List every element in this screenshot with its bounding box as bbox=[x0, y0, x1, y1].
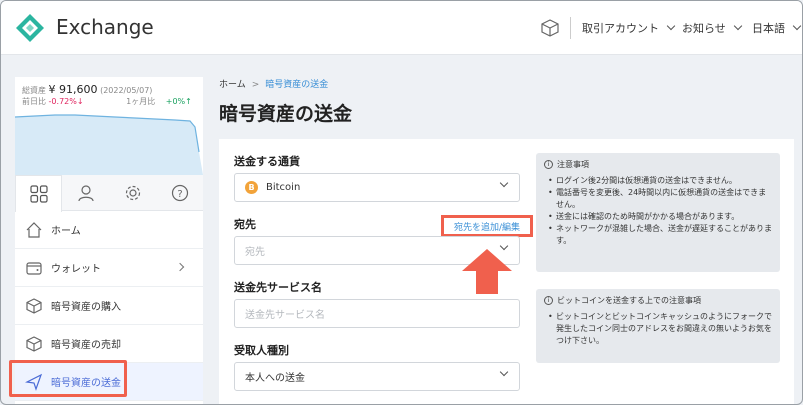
tab-help[interactable]: ? bbox=[156, 175, 203, 211]
list-item: ログイン後2分間は仮想通貨の送金はできません。 bbox=[548, 175, 772, 187]
help-icon: ? bbox=[171, 184, 188, 202]
sidebar-item-buy[interactable]: 暗号資産の購入 bbox=[15, 287, 203, 325]
cube-icon[interactable] bbox=[541, 19, 559, 37]
notice-title-text: ビットコインを送金する上での注意事項 bbox=[557, 296, 701, 305]
annotation-up-arrow-icon bbox=[462, 249, 512, 294]
info-icon: i bbox=[544, 296, 553, 305]
month-label: 1ヶ月比 bbox=[126, 97, 156, 106]
gear-icon bbox=[125, 185, 140, 201]
recipient-type-label: 受取人種別 bbox=[234, 344, 289, 357]
destination-placeholder: 宛先 bbox=[245, 247, 265, 258]
prev-day-value: -0.72% bbox=[48, 97, 77, 106]
list-item: ビットコインとビットコインキャッシュのようにフォークで発生したコイン同士のアドレ… bbox=[548, 311, 772, 347]
add-edit-destination-link[interactable]: 宛先を追加/編集 bbox=[441, 215, 533, 237]
menu-label: 取引アカウント bbox=[582, 22, 659, 35]
menu-notifications[interactable]: お知らせ bbox=[682, 20, 743, 36]
page-title: 暗号資産の送金 bbox=[219, 103, 353, 125]
breadcrumb-home[interactable]: ホーム bbox=[219, 80, 246, 90]
recipient-type-value: 本人への送金 bbox=[245, 373, 305, 384]
send-form-panel: 送金する通貨 B Bitcoin 宛先 宛先を追加/編集 宛先 送金先サービス名… bbox=[219, 139, 794, 404]
exchange-logo-icon[interactable] bbox=[15, 13, 45, 43]
prev-day-label: 前日比 bbox=[22, 97, 46, 106]
currency-select[interactable]: B Bitcoin bbox=[234, 173, 520, 202]
cube-icon bbox=[25, 297, 43, 315]
list-item: ネットワークが混雑した場合、送金が遅延することがあります。 bbox=[548, 223, 772, 247]
sidebar-item-label: ホーム bbox=[51, 226, 81, 237]
notice-list: ログイン後2分間は仮想通貨の送金はできません。 電話番号を変更後、24時間以内に… bbox=[544, 175, 772, 247]
chevron-down-icon bbox=[499, 367, 509, 377]
asset-date: (2022/05/07) bbox=[100, 86, 153, 95]
notice-title: i 注意事項 bbox=[544, 159, 772, 170]
sidebar-item-label: 暗号資産の購入 bbox=[51, 302, 121, 313]
menu-label: お知らせ bbox=[682, 22, 726, 35]
chevron-right-icon bbox=[175, 262, 185, 272]
down-arrow-icon: ↓ bbox=[76, 97, 84, 106]
currency-value: Bitcoin bbox=[266, 182, 301, 193]
total-assets-label: 総資産 bbox=[22, 86, 46, 95]
chevron-down-icon bbox=[499, 178, 509, 188]
notice-list: ビットコインとビットコインキャッシュのようにフォークで発生したコイン同士のアドレ… bbox=[544, 311, 772, 347]
notice-box: i 注意事項 ログイン後2分間は仮想通貨の送金はできません。 電話番号を変更後、… bbox=[536, 153, 780, 272]
total-assets-value: ¥ 91,600 bbox=[48, 83, 98, 96]
bitcoin-notice-box: i ビットコインを送金する上での注意事項 ビットコインとビットコインキャッシュの… bbox=[536, 289, 780, 363]
highlight-send-menu bbox=[9, 360, 127, 397]
service-name-placeholder: 送金先サービス名 bbox=[245, 310, 325, 321]
list-item: 送金には確認のため時間がかかる場合があります。 bbox=[548, 211, 772, 223]
tab-settings[interactable] bbox=[109, 175, 156, 211]
tab-account[interactable] bbox=[62, 175, 109, 211]
sidebar-item-label: 暗号資産の売却 bbox=[51, 340, 121, 351]
chevron-down-icon bbox=[733, 21, 743, 31]
bitcoin-icon: B bbox=[245, 181, 258, 194]
chevron-down-icon bbox=[666, 21, 676, 31]
sidebar: 総資産 ¥ 91,600 (2022/05/07) 前日比 -0.72%↓ 1ヶ… bbox=[15, 77, 203, 404]
recipient-type-select[interactable]: 本人への送金 bbox=[234, 362, 520, 391]
tab-dashboard[interactable] bbox=[15, 175, 62, 212]
home-icon bbox=[25, 221, 43, 239]
menu-language[interactable]: 日本語 bbox=[752, 20, 802, 36]
month-value: +0% bbox=[165, 97, 186, 106]
change-line: 前日比 -0.72%↓ 1ヶ月比 +0%↑ bbox=[22, 96, 192, 107]
asset-summary: 総資産 ¥ 91,600 (2022/05/07) 前日比 -0.72%↓ 1ヶ… bbox=[15, 77, 203, 175]
sidebar-tabs: ? bbox=[15, 175, 203, 212]
info-icon: i bbox=[544, 160, 553, 169]
breadcrumb-separator: > bbox=[251, 80, 260, 90]
header-divider bbox=[570, 17, 571, 39]
chevron-down-icon bbox=[792, 21, 802, 31]
breadcrumb-current: 暗号資産の送金 bbox=[265, 80, 329, 90]
asset-sparkline-chart bbox=[15, 114, 203, 175]
destination-label: 宛先 bbox=[234, 218, 256, 231]
grid-icon bbox=[29, 185, 48, 203]
app-window: Exchange 取引アカウント お知らせ 日本語 総資産 ¥ 91,600 (… bbox=[0, 0, 803, 405]
sidebar-item-wallet[interactable]: ウォレット bbox=[15, 249, 203, 287]
svg-text:?: ? bbox=[177, 189, 182, 200]
notice-title: i ビットコインを送金する上での注意事項 bbox=[544, 295, 772, 306]
notice-title-text: 注意事項 bbox=[557, 160, 589, 169]
sidebar-item-label: ウォレット bbox=[51, 264, 101, 275]
brand-name: Exchange bbox=[56, 15, 154, 39]
menu-trading-account[interactable]: 取引アカウント bbox=[582, 20, 676, 36]
breadcrumb: ホーム > 暗号資産の送金 bbox=[219, 77, 328, 90]
top-header: Exchange 取引アカウント お知らせ 日本語 bbox=[1, 1, 802, 55]
up-arrow-icon: ↑ bbox=[185, 97, 192, 106]
service-name-input[interactable]: 送金先サービス名 bbox=[234, 299, 520, 328]
currency-label: 送金する通貨 bbox=[234, 155, 300, 168]
cube-icon bbox=[25, 335, 43, 353]
sidebar-item-home[interactable]: ホーム bbox=[15, 211, 203, 249]
menu-label: 日本語 bbox=[752, 22, 785, 35]
sidebar-item-sell[interactable]: 暗号資産の売却 bbox=[15, 325, 203, 363]
wallet-icon bbox=[25, 259, 43, 277]
service-name-label: 送金先サービス名 bbox=[234, 281, 322, 294]
user-icon bbox=[77, 185, 94, 202]
total-assets-line: 総資産 ¥ 91,600 (2022/05/07) bbox=[22, 83, 152, 96]
list-item: 電話番号を変更後、24時間以内に仮想通貨の送金はできません。 bbox=[548, 187, 772, 211]
